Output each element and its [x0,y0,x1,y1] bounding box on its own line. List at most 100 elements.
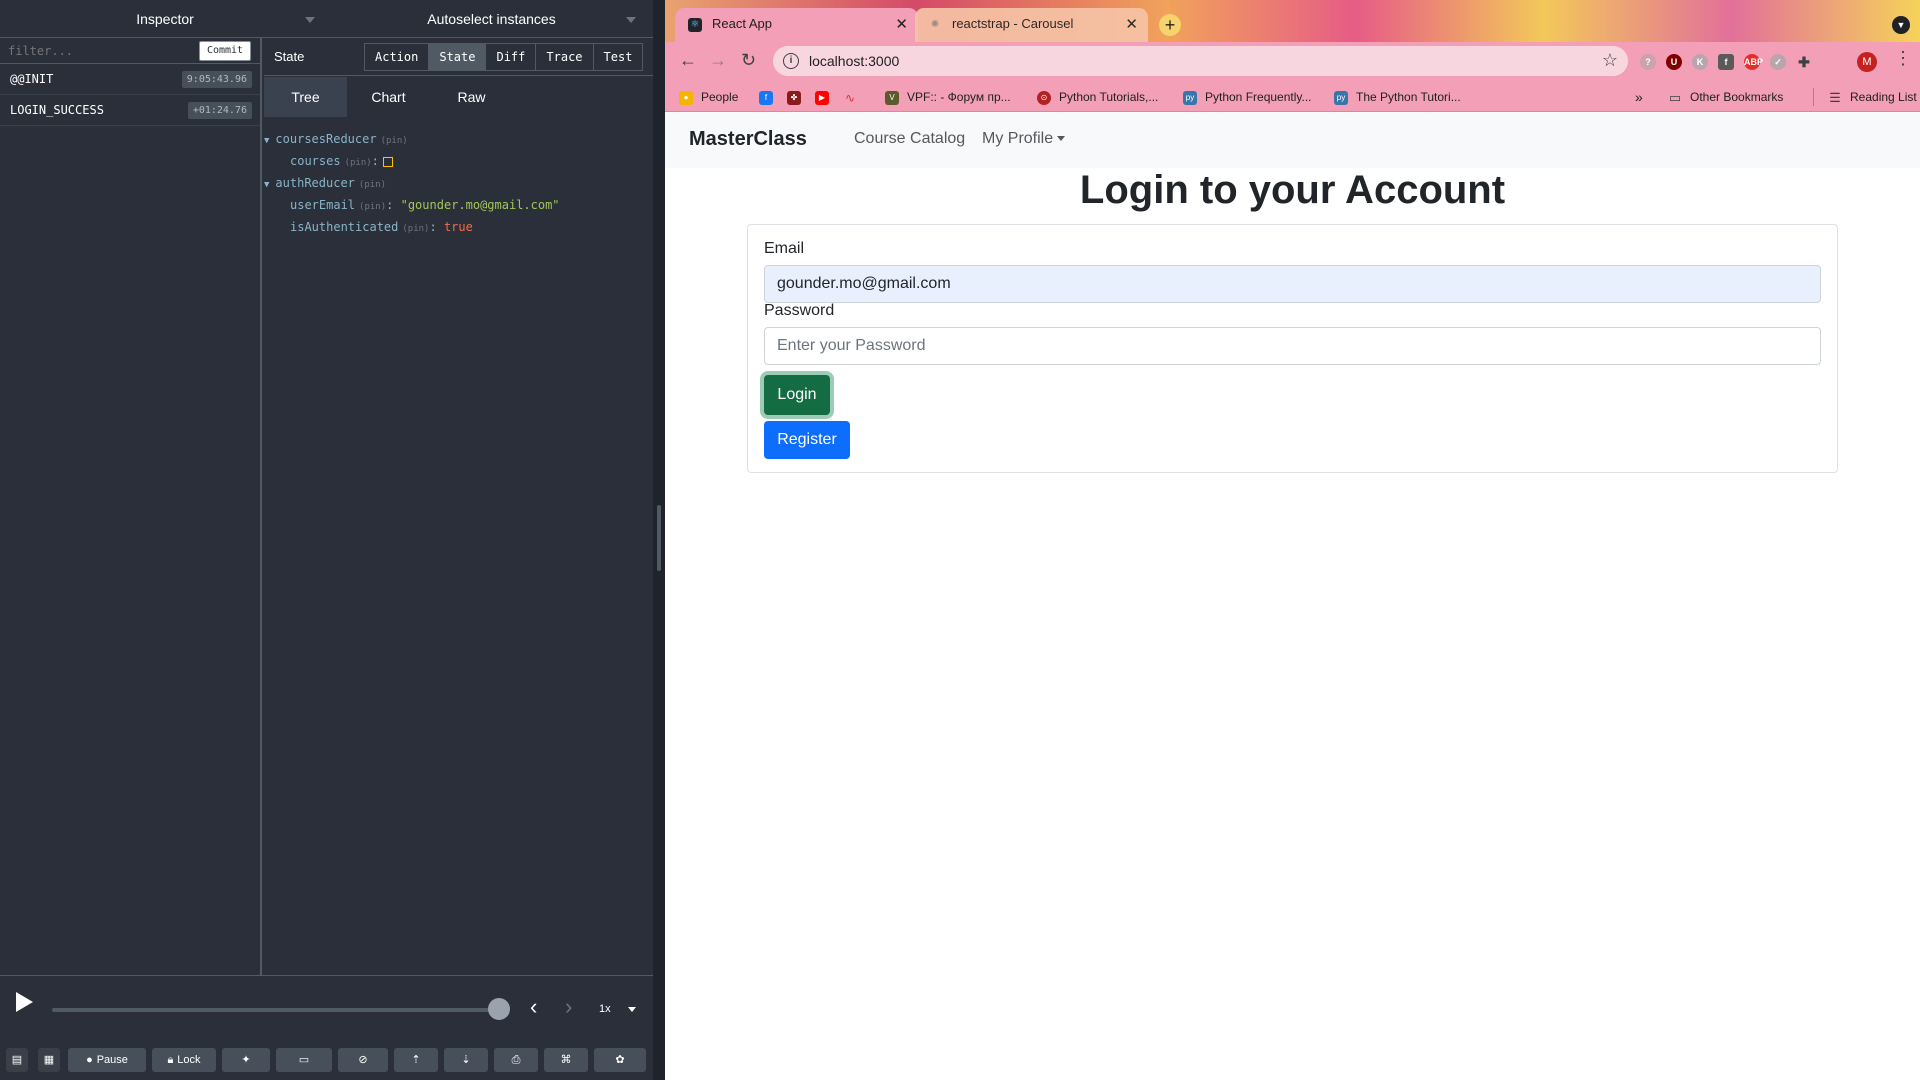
chevron-left-icon[interactable]: ‹ [530,996,537,1018]
bookmark-bird[interactable]: ✤ [787,88,809,106]
tab-raw[interactable]: Raw [430,77,513,117]
tree-node-is-authenticated[interactable]: isAuthenticated (pin): true [290,217,473,237]
tab-reactstrap-carousel[interactable]: ✺ reactstrap - Carousel ✕ [915,8,1148,42]
chevron-down-icon [626,17,636,23]
tree-node-auth-reducer[interactable]: ▼ authReducer (pin) [264,173,386,193]
tab-tree[interactable]: Tree [264,77,347,117]
chevron-right-icon[interactable]: › [565,996,572,1018]
instance-select[interactable]: Autoselect instances [330,0,653,38]
tab-react-app[interactable]: ⚛ React App ✕ [675,8,918,42]
expand-triangle-icon[interactable]: ▼ [264,180,269,190]
bookmark-other[interactable]: ▭ Other Bookmarks [1668,88,1784,106]
bookmark-python-tutorials[interactable]: ⊙ Python Tutorials,... [1037,88,1158,106]
bookmark-vpf[interactable]: V VPF:: - Форум пр... [885,88,1011,106]
bookmark-star-icon[interactable]: ☆ [1602,50,1618,71]
facebook-extension-icon[interactable]: f [1718,54,1734,70]
bookmark-python-faq[interactable]: py Python Frequently... [1183,88,1312,106]
bookmark-people[interactable]: ● People [679,88,738,106]
check-extension-icon[interactable]: ✓ [1770,54,1786,70]
brand-logo[interactable]: MasterClass [689,128,807,151]
tab-state[interactable]: State [429,44,487,70]
left-panel-toggle-icon[interactable]: ▤ [6,1048,28,1072]
password-label: Password [764,302,835,319]
filter-input[interactable] [8,41,188,61]
bookmarks-bar: ● People f ✤ ▶ ∿ V VPF:: - Форум пр... ⊙ Py… [665,80,1920,112]
tree-node-user-email[interactable]: userEmail (pin): "gounder.mo@gmail.com" [290,195,560,215]
instance-select-label: Autoselect instances [427,11,556,27]
upload-icon[interactable]: ⇡ [394,1048,438,1072]
tab-chart[interactable]: Chart [347,77,430,117]
pin-button[interactable]: (pin) [359,202,386,212]
bookmark-youtube[interactable]: ▶ [815,88,837,106]
tree-node-courses[interactable]: courses (pin): [290,151,393,171]
panel-splitter[interactable] [653,0,665,1080]
commit-button[interactable]: Commit [199,41,251,61]
more-bookmarks-chevron-icon[interactable]: » [1635,88,1643,106]
tab-search-icon[interactable]: ▼ [1892,16,1910,34]
avatar[interactable]: M [1857,52,1877,72]
close-icon[interactable]: ✕ [895,15,908,33]
play-icon[interactable] [16,992,33,1012]
info-icon[interactable]: i [783,53,799,69]
bookmark-python-tutorial[interactable]: py The Python Tutori... [1334,88,1461,106]
pause-button[interactable]: ● Pause [68,1048,146,1072]
new-tab-button[interactable]: + [1159,14,1181,36]
tab-trace[interactable]: Trace [536,44,594,70]
tree-colon: : [386,198,394,212]
remote-icon[interactable]: ⌘ [544,1048,588,1072]
bookmark-scribble[interactable]: ∿ [843,88,865,106]
pin-button[interactable]: (pin) [381,136,408,146]
email-field[interactable] [764,265,1821,303]
print-icon[interactable]: ⎙ [494,1048,538,1072]
expand-triangle-icon[interactable]: ▼ [264,136,269,146]
puzzle-icon[interactable]: ✚ [1796,54,1812,70]
address-bar[interactable]: i localhost:3000 ☆ [773,46,1628,76]
action-item[interactable]: LOGIN_SUCCESS +01:24.76 [0,95,260,126]
browser-toolbar: ← → ↻ i localhost:3000 ☆ ? U K f ABP ✓ ✚… [665,42,1920,80]
action-item[interactable]: @@INIT 9:05:43.96 [0,64,260,95]
pin-icon[interactable]: ✦ [222,1048,270,1072]
close-icon[interactable]: ✕ [1125,15,1138,33]
splitter-grip[interactable] [657,505,661,571]
nav-my-profile[interactable]: My Profile [982,130,1066,148]
slider-track[interactable] [52,1008,499,1012]
adblock-plus-icon[interactable]: ABP [1744,54,1763,70]
reading-list[interactable]: ☰ Reading List [1813,88,1917,106]
playback-speed-select[interactable]: 1x [590,997,644,1021]
inspector-tabbar: State Action State Diff Trace Test [264,38,653,76]
settings-icon[interactable]: ✿ [594,1048,646,1072]
password-field[interactable] [764,327,1821,365]
reload-icon[interactable]: ↻ [741,50,756,70]
bookmark-facebook[interactable]: f [759,88,781,106]
slider-thumb[interactable] [488,998,510,1020]
tab-action[interactable]: Action [365,44,430,70]
nav-course-catalog[interactable]: Course Catalog [854,130,965,148]
sync-off-icon[interactable]: ⊘ [338,1048,388,1072]
pin-button[interactable]: (pin) [345,158,372,168]
right-panel-toggle-icon[interactable]: ▦ [38,1048,60,1072]
tree-key: userEmail [290,198,356,212]
tab-diff[interactable]: Diff [486,44,537,70]
pin-button[interactable]: (pin) [359,180,386,190]
devtools-header: Inspector Autoselect instances [0,0,653,38]
forward-arrow-icon[interactable]: → [709,50,727,70]
back-arrow-icon[interactable]: ← [679,50,697,70]
ublock-icon[interactable]: U [1666,54,1682,70]
monitor-select[interactable]: Inspector [0,0,330,38]
tree-node-courses-reducer[interactable]: ▼ coursesReducer (pin) [264,129,408,149]
tab-test[interactable]: Test [593,44,643,70]
python-tutorials-icon: ⊙ [1037,90,1051,105]
more-vert-icon[interactable]: ⋮ [1894,49,1912,67]
login-button[interactable]: Login [764,375,830,415]
tree-key: courses [290,154,341,168]
keyboard-icon[interactable]: ▭ [276,1048,332,1072]
lock-button[interactable]: 🔒︎ Lock [152,1048,216,1072]
pause-circle-icon: ● [86,1054,93,1066]
pin-button[interactable]: (pin) [402,224,429,234]
download-icon[interactable]: ⇣ [444,1048,488,1072]
redux-devtools-panel: Inspector Autoselect instances Commit @@… [0,0,653,1080]
help-extension-icon[interactable]: ? [1640,54,1656,70]
extension-gray-icon[interactable]: K [1692,54,1708,70]
tree-key: authReducer [275,176,355,190]
register-button[interactable]: Register [764,421,850,459]
